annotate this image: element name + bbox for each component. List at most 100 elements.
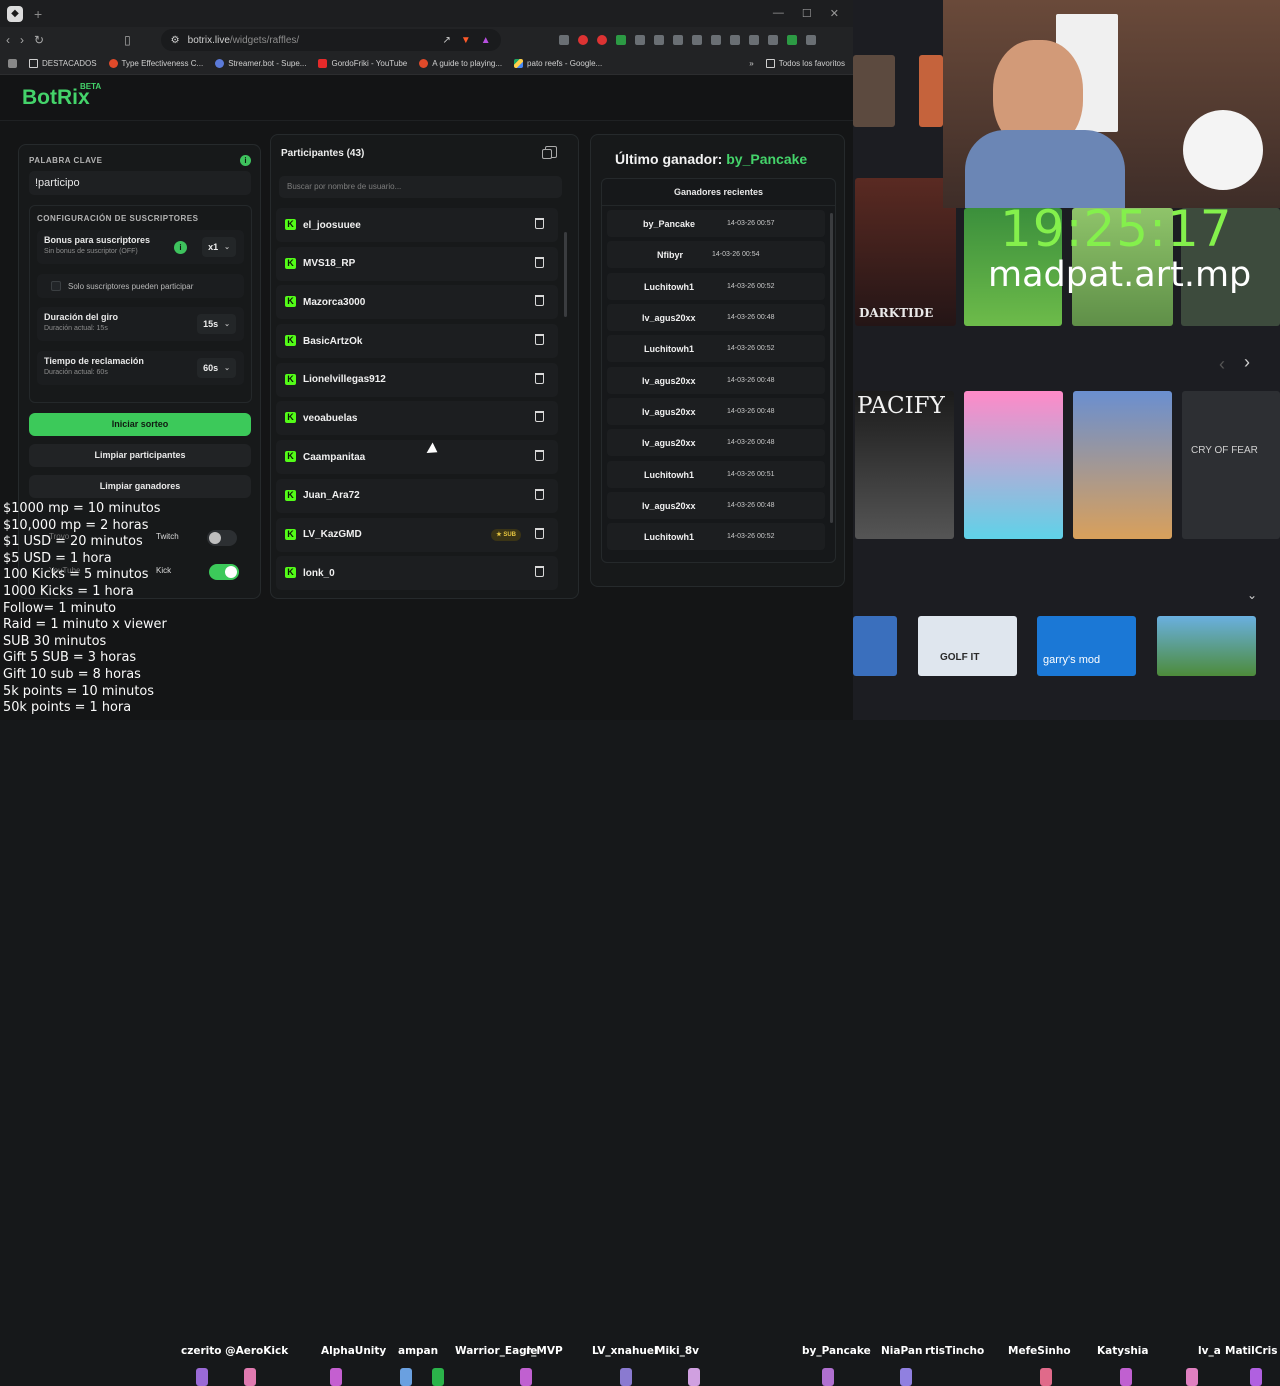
reload-icon[interactable]: ↻ bbox=[34, 33, 44, 47]
browser-menu-button[interactable]: ◆ bbox=[0, 0, 30, 27]
extension-icon[interactable] bbox=[615, 35, 626, 45]
share-icon[interactable]: ↗ bbox=[442, 35, 450, 46]
delete-icon[interactable] bbox=[535, 334, 544, 346]
music-icon[interactable] bbox=[691, 35, 702, 45]
clear-winners-button[interactable]: Limpiar ganadores bbox=[29, 475, 251, 498]
overlay-line: $1 USD = 20 minutos bbox=[3, 534, 143, 550]
delete-icon[interactable] bbox=[535, 295, 544, 307]
url-host: botrix.live bbox=[187, 34, 230, 46]
chevron-down-icon: ⌄ bbox=[224, 321, 230, 328]
delete-icon[interactable] bbox=[535, 218, 544, 229]
extension-icon[interactable] bbox=[672, 35, 683, 45]
info-icon[interactable]: i bbox=[174, 241, 187, 254]
subs-only-checkbox[interactable] bbox=[51, 281, 61, 291]
forward-icon[interactable]: › bbox=[20, 33, 24, 47]
sub-bonus-select[interactable]: x1 ⌄ bbox=[202, 237, 236, 257]
streamer-shirt bbox=[965, 130, 1125, 208]
winner-row: lv_agus20xx 14-03-26 00:48 bbox=[607, 304, 825, 331]
delete-icon[interactable] bbox=[535, 488, 544, 500]
address-bar[interactable]: ⚙ botrix.live/widgets/raffles/ ↗ ▼ ▲ bbox=[160, 29, 501, 51]
bookmark-icon[interactable]: ▯ bbox=[124, 33, 131, 47]
kick-icon: K bbox=[285, 373, 296, 385]
extension-icon[interactable] bbox=[596, 35, 607, 45]
chevron-down-icon[interactable]: ⌄ bbox=[1247, 588, 1257, 602]
participant-row: K MVS18_RP bbox=[276, 246, 558, 281]
participant-row: Klonk_0 bbox=[276, 556, 558, 591]
beta-badge: BETA bbox=[80, 81, 102, 91]
participant-search-input[interactable]: Buscar por nombre de usuario... bbox=[279, 176, 562, 198]
extension-icon[interactable] bbox=[767, 35, 778, 45]
extension-icon[interactable] bbox=[786, 35, 797, 45]
delete-icon[interactable] bbox=[535, 527, 544, 539]
delete-icon[interactable] bbox=[535, 411, 544, 423]
ticker-name: NiaPan bbox=[881, 1345, 923, 1357]
spin-duration-select[interactable]: 15s ⌄ bbox=[197, 314, 236, 334]
delete-icon[interactable] bbox=[535, 256, 544, 268]
viewer-avatar bbox=[432, 1368, 444, 1386]
twitch-toggle[interactable] bbox=[207, 530, 237, 546]
extension-icon[interactable] bbox=[729, 35, 740, 45]
start-raffle-button[interactable]: Iniciar sorteo bbox=[29, 413, 251, 436]
stream-handle: madpat.art.mp bbox=[988, 255, 1252, 295]
kick-toggle[interactable] bbox=[209, 564, 239, 580]
bookmark-all-favorites[interactable]: Todos los favoritos bbox=[765, 59, 845, 68]
bookmark-gordofriki[interactable]: GordoFriki - YouTube bbox=[318, 59, 407, 68]
kick-icon: K bbox=[285, 335, 296, 347]
extension-icon[interactable] bbox=[577, 35, 588, 45]
bookmark-type-effectiveness[interactable]: Type Effectiveness C... bbox=[108, 59, 203, 68]
carousel-prev-icon[interactable]: ‹ bbox=[1219, 354, 1225, 375]
participant-name: Juan_Ara72 bbox=[303, 490, 360, 502]
maximize-icon[interactable]: ☐ bbox=[802, 7, 812, 20]
clear-participants-button[interactable]: Limpiar participantes bbox=[29, 444, 251, 467]
extension-icon[interactable] bbox=[634, 35, 645, 45]
hamburger-menu-icon[interactable] bbox=[805, 35, 816, 45]
botrix-logo[interactable]: BotRix BETA bbox=[22, 82, 101, 110]
vpn-icon[interactable] bbox=[748, 35, 759, 45]
delete-icon[interactable] bbox=[535, 566, 544, 578]
participants-scrollbar[interactable] bbox=[564, 232, 567, 317]
bookmark-streamer-bot[interactable]: Streamer.bot - Supe... bbox=[215, 59, 306, 68]
sidebar-icon[interactable] bbox=[710, 35, 721, 45]
participant-row: K Lionelvillegas912 bbox=[276, 362, 558, 397]
game-tile bbox=[964, 391, 1063, 539]
overlay-line: Gift 5 SUB = 3 horas bbox=[3, 650, 137, 666]
minimize-icon[interactable]: — bbox=[773, 7, 784, 20]
copy-icon[interactable] bbox=[542, 146, 557, 159]
info-icon[interactable]: i bbox=[240, 155, 251, 166]
game-tile bbox=[853, 616, 897, 676]
more-bookmarks-icon[interactable]: » bbox=[749, 59, 753, 68]
keyword-input[interactable]: !participo bbox=[29, 171, 251, 195]
overlay-line: 1000 Kicks = 1 hora bbox=[3, 583, 134, 599]
participant-name: el_joosuuee bbox=[303, 219, 361, 231]
bookmark-pato-reefs[interactable]: pato reefs - Google... bbox=[514, 59, 602, 68]
kick-icon: K bbox=[285, 296, 296, 308]
viewer-ticker: czerito @AeroKick AlphaUnity ampan Warri… bbox=[0, 670, 1280, 1386]
overlay-line: $1000 mp = 10 minutos bbox=[3, 501, 161, 516]
delete-icon[interactable] bbox=[535, 450, 544, 462]
bookmark-guide[interactable]: A guide to playing... bbox=[419, 59, 502, 68]
close-icon[interactable]: ✕ bbox=[830, 7, 839, 20]
chevron-down-icon: ⌄ bbox=[224, 244, 230, 251]
ticker-name: rtisTincho bbox=[925, 1345, 985, 1357]
extensions-puzzle-icon[interactable] bbox=[653, 35, 664, 45]
claim-time-select[interactable]: 60s ⌄ bbox=[197, 358, 236, 378]
winner-row: by_Pancake 14-03-26 00:57 bbox=[607, 210, 825, 237]
extension-icon[interactable] bbox=[558, 35, 569, 45]
bookmark-destacados[interactable]: DESTACADOS bbox=[29, 59, 97, 68]
carousel-next-icon[interactable]: › bbox=[1244, 352, 1250, 373]
game-tile-garrys-mod: garry's mod bbox=[1037, 616, 1136, 676]
back-icon[interactable]: ‹ bbox=[6, 33, 10, 47]
delete-icon[interactable] bbox=[535, 372, 544, 384]
site-info-icon[interactable]: ⚙ bbox=[171, 35, 180, 46]
kick-icon: K bbox=[285, 412, 296, 424]
viewer-avatar bbox=[330, 1368, 342, 1386]
subs-only-checkbox-row[interactable]: Solo suscriptores pueden participar bbox=[37, 274, 244, 298]
new-tab-button[interactable]: + bbox=[34, 6, 42, 22]
ticker-name: by_Pancake bbox=[802, 1345, 871, 1357]
overlay-line: SUB 30 minutos bbox=[3, 633, 107, 649]
winners-scrollbar[interactable] bbox=[830, 213, 833, 523]
brave-rewards-icon[interactable]: ▲ bbox=[481, 35, 491, 46]
apps-icon[interactable] bbox=[8, 59, 17, 68]
brave-shields-icon[interactable]: ▼ bbox=[461, 35, 471, 46]
navigation-bar: ‹ › ↻ ▯ ⚙ botrix.live/widgets/raffles/ ↗… bbox=[0, 27, 853, 53]
